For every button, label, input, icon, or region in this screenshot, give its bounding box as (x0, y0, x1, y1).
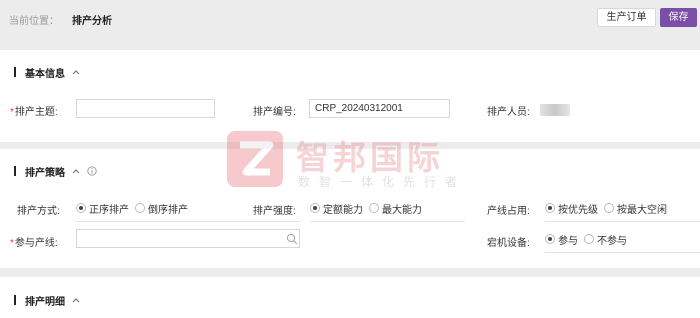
radio-checked-icon (310, 203, 320, 213)
method-radio-group: 正序排产 倒序排产 (76, 201, 194, 216)
code-input[interactable] (309, 99, 450, 118)
downtime-option-join[interactable]: 参与 (545, 232, 578, 247)
section-marker (14, 67, 16, 77)
subject-label: *排产主题: (10, 107, 58, 118)
occupancy-option-priority[interactable]: 按优先级 (545, 201, 598, 216)
intensity-option-quota[interactable]: 定额能力 (310, 201, 363, 216)
method-option-reverse[interactable]: 倒序排产 (135, 201, 188, 216)
breadcrumb-current: 排产分析 (72, 16, 112, 27)
section-marker (14, 295, 16, 305)
downtime-option-exclude[interactable]: 不参与 (584, 232, 627, 247)
produce-order-button[interactable]: 生产订单 (597, 8, 656, 27)
person-label: 排产人员: (487, 107, 530, 118)
search-icon[interactable] (286, 233, 298, 245)
line-search-input[interactable] (76, 229, 300, 248)
radio-unchecked-icon (604, 203, 614, 213)
radio-checked-icon (545, 203, 555, 213)
method-label: 排产方式: (17, 206, 60, 217)
person-value (540, 104, 570, 116)
breadcrumb-label: 当前位置： (9, 16, 59, 27)
intensity-radio-group: 定额能力 最大能力 (310, 201, 428, 216)
subject-input[interactable] (76, 99, 215, 118)
radio-unchecked-icon (584, 234, 594, 244)
radio-checked-icon (76, 203, 86, 213)
method-option-forward[interactable]: 正序排产 (76, 201, 129, 216)
field-divider (545, 252, 700, 253)
detail-panel (0, 277, 700, 318)
top-bar: 当前位置： 排产分析 生产订单 保存 (0, 0, 700, 36)
strategy-header[interactable]: 排产策略 (14, 164, 97, 179)
occupancy-radio-group: 按优先级 按最大空闲 (545, 201, 673, 216)
field-divider (545, 221, 700, 222)
basic-info-title: 基本信息 (25, 68, 65, 80)
downtime-radio-group: 参与 不参与 (545, 232, 633, 247)
occupancy-option-idle[interactable]: 按最大空闲 (604, 201, 667, 216)
field-divider (310, 221, 465, 222)
code-label: 排产编号: (253, 107, 296, 118)
occupancy-label: 产线占用: (487, 206, 530, 217)
strategy-title: 排产策略 (25, 167, 65, 179)
radio-checked-icon (545, 234, 555, 244)
intensity-option-max[interactable]: 最大能力 (369, 201, 422, 216)
basic-info-panel (0, 50, 700, 142)
field-divider (76, 221, 300, 222)
downtime-label: 宕机设备: (487, 238, 530, 249)
info-icon[interactable] (87, 166, 97, 176)
radio-unchecked-icon (135, 203, 145, 213)
line-label: *参与产线: (10, 238, 58, 249)
intensity-label: 排产强度: (253, 206, 296, 217)
save-button[interactable]: 保存 (660, 8, 697, 27)
radio-unchecked-icon (369, 203, 379, 213)
detail-title: 排产明细 (25, 296, 65, 308)
detail-header[interactable]: 排产明细 (14, 293, 81, 308)
basic-info-header[interactable]: 基本信息 (14, 65, 81, 80)
chevron-up-icon[interactable] (71, 296, 81, 304)
section-marker (14, 166, 16, 176)
chevron-up-icon[interactable] (71, 167, 81, 175)
chevron-up-icon[interactable] (71, 68, 81, 76)
